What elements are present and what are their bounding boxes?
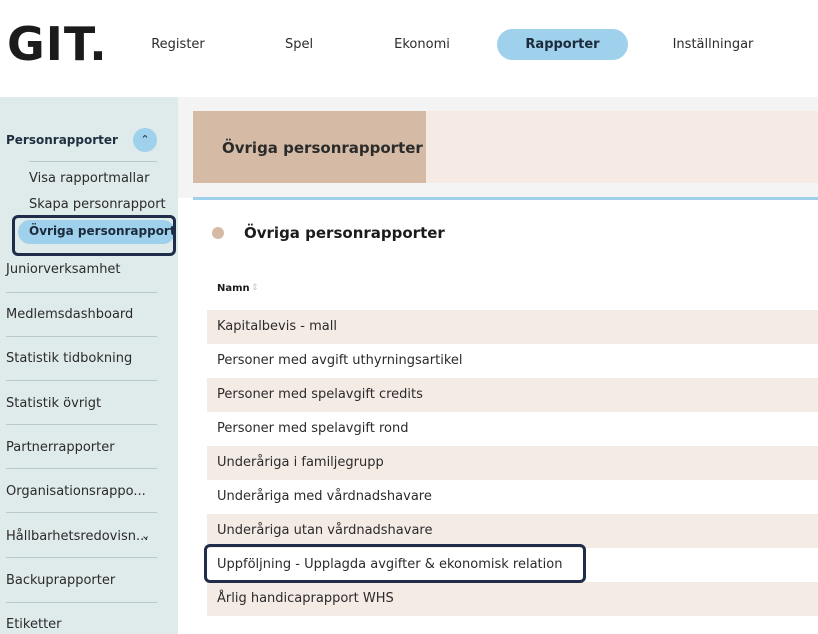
table-row[interactable]: Underåriga med vårdnadshavare (207, 480, 818, 514)
nav-rapporter[interactable]: Rapporter (497, 29, 628, 60)
sidebar-item-partnerrapporter[interactable]: Partnerrapporter (6, 440, 115, 455)
sidebar-item-skapa-personrapport[interactable]: Skapa personrapport (29, 197, 166, 212)
sidebar-item-juniorverksamhet[interactable]: Juniorverksamhet (6, 262, 121, 277)
table-row[interactable]: Årlig handicaprapport WHS (207, 582, 818, 616)
row-label: Personer med spelavgift rond (217, 421, 409, 436)
sidebar-divider (6, 512, 157, 513)
app-logo[interactable]: GIT. (7, 20, 108, 68)
chevron-up-icon[interactable]: ⌃ (133, 128, 157, 152)
sidebar-divider (6, 336, 157, 337)
nav-spel[interactable]: Spel (270, 29, 328, 60)
tab-label: Övriga personrapporter (222, 139, 423, 157)
sidebar-section-personrapporter[interactable]: Personrapporter (6, 133, 118, 147)
table-row[interactable]: Personer med avgift uthyrningsartikel (207, 344, 818, 378)
card-title: Övriga personrapporter (244, 224, 445, 242)
row-label: Personer med spelavgift credits (217, 387, 423, 402)
row-label: Uppföljning - Upplagda avgifter & ekonom… (217, 557, 563, 572)
sidebar-divider (6, 380, 157, 381)
row-label: Kapitalbevis - mall (217, 319, 337, 334)
sidebar-item-statistik-ovrigt[interactable]: Statistik övrigt (6, 396, 101, 411)
row-label: Årlig handicaprapport WHS (217, 591, 394, 606)
sidebar-item-backuprapporter[interactable]: Backuprapporter (6, 573, 115, 588)
row-label: Underåriga utan vårdnadshavare (217, 523, 433, 538)
table-row[interactable]: Kapitalbevis - mall (207, 310, 818, 344)
column-header-namn[interactable]: Namn (217, 283, 250, 294)
sidebar-divider (6, 468, 157, 469)
table-row[interactable]: Underåriga i familjegrupp (207, 446, 818, 480)
sidebar-divider (6, 557, 157, 558)
sidebar-divider (29, 161, 157, 162)
nav-installningar[interactable]: Inställningar (663, 29, 763, 60)
nav-ekonomi[interactable]: Ekonomi (382, 29, 462, 60)
sidebar-item-visa-rapportmallar[interactable]: Visa rapportmallar (29, 171, 149, 186)
sidebar-item-hallbarhetsredovisning[interactable]: Hållbarhetsredovisn... (6, 529, 148, 544)
tab-ovriga-personrapporter[interactable]: Övriga personrapporter (193, 111, 426, 183)
top-bar: GIT. Register Spel Ekonomi Rapporter Ins… (0, 0, 818, 92)
table-row[interactable]: Underåriga utan vårdnadshavare (207, 514, 818, 548)
row-label: Personer med avgift uthyrningsartikel (217, 353, 463, 368)
sidebar-item-label: Övriga personrapporter (29, 224, 175, 238)
sidebar-divider (6, 424, 157, 425)
sidebar-divider (6, 602, 157, 603)
sidebar-item-medlemsdashboard[interactable]: Medlemsdashboard (6, 307, 133, 322)
row-label: Underåriga i familjegrupp (217, 455, 384, 470)
table-row[interactable]: Personer med spelavgift rond (207, 412, 818, 446)
table-row[interactable]: Personer med spelavgift credits (207, 378, 818, 412)
sidebar-item-organisationsrapporter[interactable]: Organisationsrappo... (6, 484, 146, 499)
sidebar-divider (6, 292, 157, 293)
table-row[interactable]: Uppföljning - Upplagda avgifter & ekonom… (207, 548, 818, 582)
row-label: Underåriga med vårdnadshavare (217, 489, 432, 504)
bullet-dot-icon (212, 227, 224, 239)
sort-icon[interactable]: ⇕ (251, 283, 259, 293)
sidebar-item-ovriga-personrapporter[interactable]: Övriga personrapporter (18, 220, 175, 244)
nav-register[interactable]: Register (142, 29, 214, 60)
chevron-down-icon[interactable]: ⌄ (141, 529, 150, 542)
sidebar-item-statistik-tidbokning[interactable]: Statistik tidbokning (6, 351, 132, 366)
sidebar-item-etiketter[interactable]: Etiketter (6, 617, 62, 632)
